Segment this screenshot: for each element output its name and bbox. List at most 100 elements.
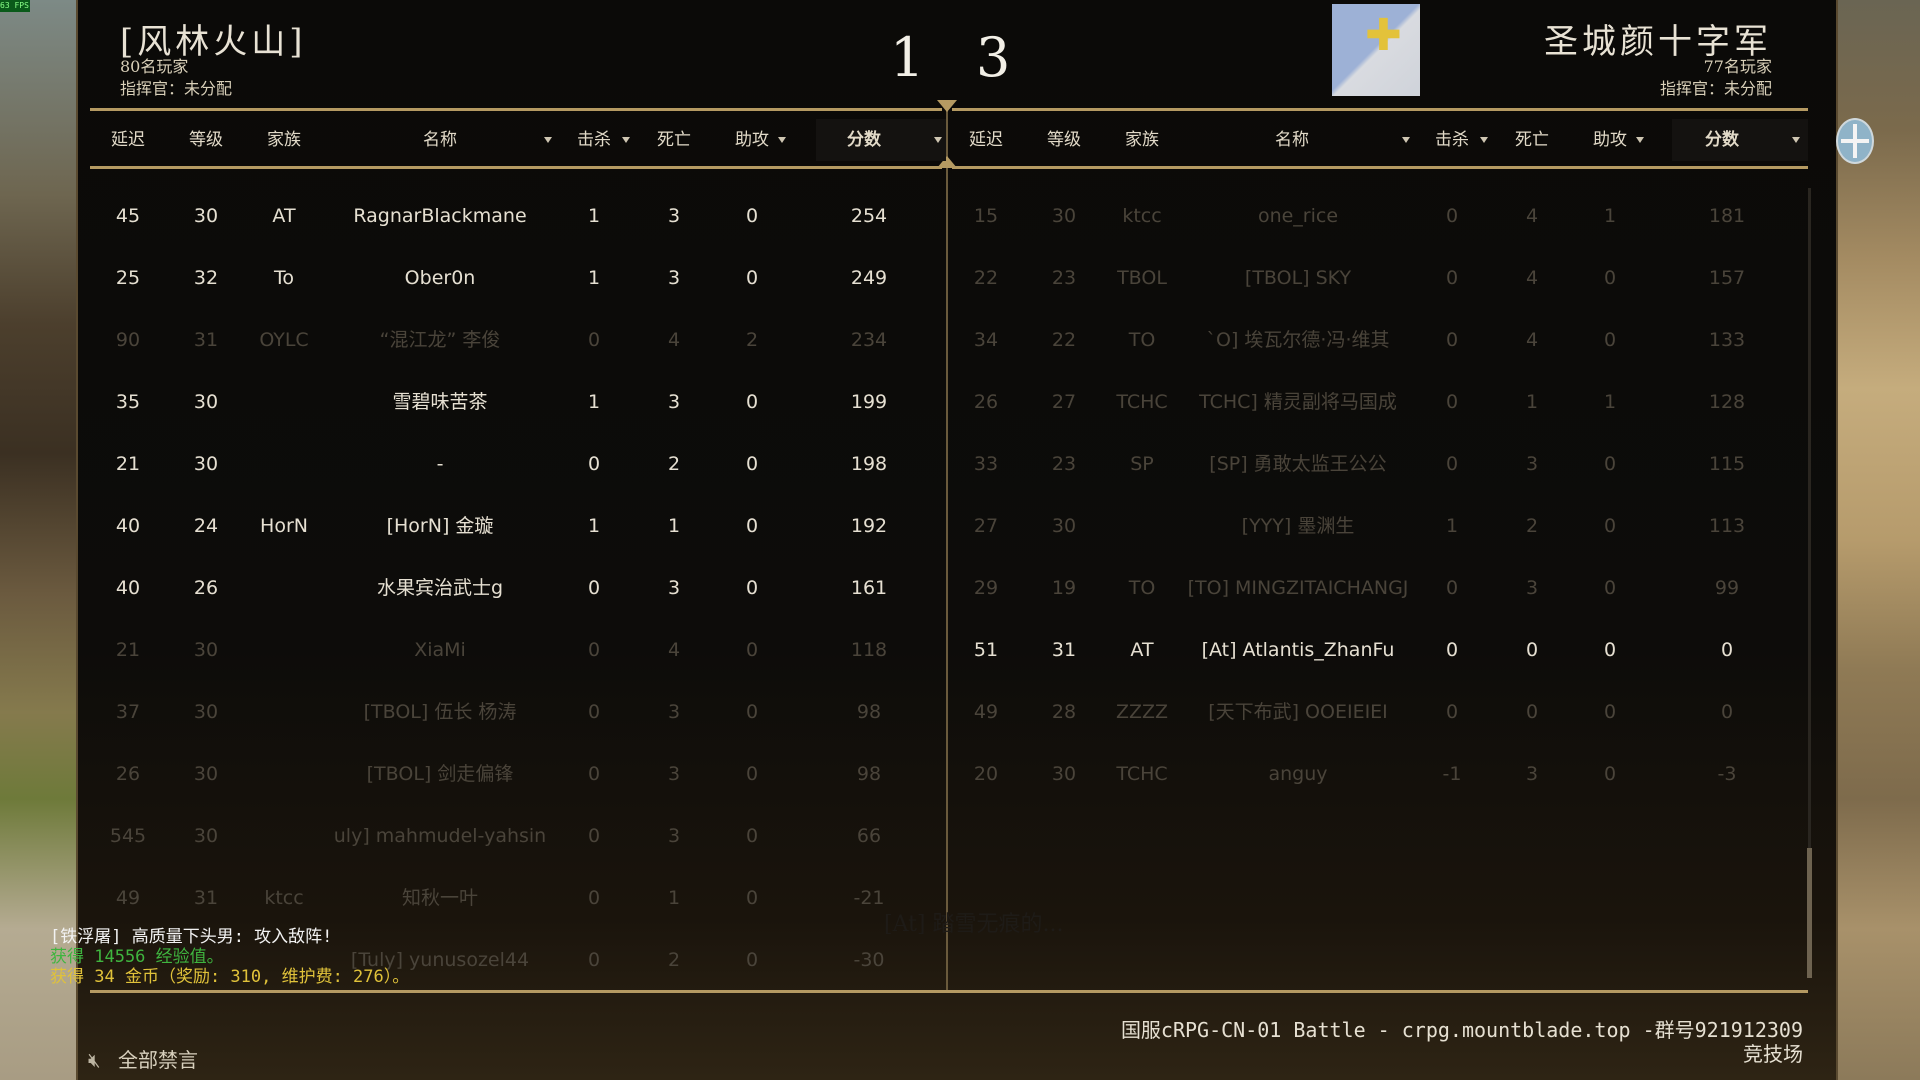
player-deaths: 0 [1525,639,1539,661]
left-col-score[interactable]: 分数 [836,124,892,156]
left-player-row[interactable]: 545 30 uly] mahmudel-yahsin 0 3 0 66 [0,816,1920,856]
player-assists: 0 [1603,515,1617,537]
player-score: 0 [1720,639,1734,661]
player-assists: 1 [1603,391,1617,413]
player-name: [TBOL] SKY [1244,267,1352,289]
player-deaths: 1 [1525,391,1539,413]
right-team-banner: ✚ [1332,4,1420,96]
sort-arrow-icon[interactable] [622,137,630,143]
player-score: 128 [1708,391,1746,413]
player-kills: 0 [1445,391,1459,413]
player-name: `O] 埃瓦尔德·冯·维其 [1206,329,1390,351]
player-name: uly] mahmudel-yahsin [333,825,547,847]
side-shield-icon[interactable] [1836,118,1874,164]
fps-counter: 63 FPS [0,0,30,12]
cross-banner-icon: ✚ [1365,10,1402,61]
right-player-row[interactable]: 20 30 TCHC anguy -1 3 0 -3 [0,754,1920,794]
right-col-level[interactable]: 等级 [1036,124,1092,156]
right-player-row[interactable]: 51 31 AT [At] Atlantis_ZhanFu 0 0 0 0 [0,630,1920,670]
right-player-row[interactable]: 29 19 TO [TO] MINGZITAICHANGJ 0 3 0 99 [0,568,1920,608]
player-ping: 51 [973,639,999,661]
right-player-row[interactable]: 15 30 ktcc one_rice 0 4 1 181 [0,196,1920,236]
right-player-row[interactable]: 27 30 [YYY] 墨渊生 1 2 0 113 [0,506,1920,546]
player-kills: 0 [1445,577,1459,599]
left-col-name[interactable]: 名称 [400,124,480,156]
right-col-clan[interactable]: 家族 [1114,124,1170,156]
sort-arrow-icon[interactable] [1636,137,1644,143]
left-team-info: 80名玩家 指挥官：未分配 [120,56,232,100]
player-score: 181 [1708,205,1746,227]
left-col-ping[interactable]: 延迟 [100,124,156,156]
player-kills: 0 [1445,701,1459,723]
sort-arrow-icon[interactable] [934,137,942,143]
right-col-kills[interactable]: 击杀 [1424,124,1480,156]
player-kills: 0 [1445,639,1459,661]
player-name: [At] Atlantis_ZhanFu [1201,639,1395,661]
game-mode: 竞技场 [1743,1042,1803,1066]
player-kills: 1 [1445,515,1459,537]
scrollbar-thumb[interactable] [1807,848,1812,978]
player-deaths: 3 [667,825,681,847]
player-kills: 0 [587,825,601,847]
mute-all-button[interactable]: 🔇︎ 全部禁言 [88,1046,198,1074]
sort-arrow-icon[interactable] [1480,137,1488,143]
left-team-player-count: 80名玩家 [120,57,189,76]
right-col-deaths[interactable]: 死亡 [1504,124,1560,156]
right-player-row[interactable]: 26 27 TCHC TCHC] 精灵副将马国成 0 1 1 128 [0,382,1920,422]
player-level: 23 [1051,267,1077,289]
left-col-kills[interactable]: 击杀 [566,124,622,156]
left-team-commander: 指挥官：未分配 [120,79,233,98]
player-clan: TO [1128,577,1156,599]
player-level: 30 [1051,515,1077,537]
sort-arrow-icon[interactable] [544,137,552,143]
header-divider-left [90,108,942,111]
player-assists: 0 [745,825,759,847]
sort-arrow-icon[interactable] [1402,137,1410,143]
player-clan: TCHC [1116,391,1168,413]
player-score: 99 [1714,577,1740,599]
footer-divider [90,990,1808,993]
sort-arrow-icon[interactable] [778,137,786,143]
center-chevron-top [937,100,957,112]
player-clan: ZZZZ [1115,701,1169,723]
player-assists: 0 [1603,329,1617,351]
player-ping: 49 [115,887,141,909]
left-col-assists[interactable]: 助攻 [724,124,780,156]
left-col-level[interactable]: 等级 [178,124,234,156]
player-name: TCHC] 精灵副将马国成 [1199,391,1397,413]
right-player-row[interactable]: 22 23 TBOL [TBOL] SKY 0 4 0 157 [0,258,1920,298]
right-team-player-count: 77名玩家 [1703,57,1772,76]
right-col-ping[interactable]: 延迟 [958,124,1014,156]
player-deaths: 4 [1525,267,1539,289]
left-col-deaths[interactable]: 死亡 [646,124,702,156]
sort-arrow-icon[interactable] [1792,137,1800,143]
player-level: 30 [193,825,219,847]
player-kills: 0 [1445,205,1459,227]
player-clan: ktcc [264,887,304,909]
player-level: 23 [1051,453,1077,475]
player-kills: 0 [1445,267,1459,289]
right-player-row[interactable]: 49 28 ZZZZ [天下布武] OOEIEIEI 0 0 0 0 [0,692,1920,732]
player-score: 113 [1708,515,1746,537]
player-kills: 0 [587,949,601,971]
player-name: anguy [1268,763,1328,785]
chat-message: 获得 34 金币（奖励: 310, 维护费: 276）。 [50,967,410,987]
player-clan: ktcc [1122,205,1162,227]
right-team-commander: 指挥官：未分配 [1659,79,1772,98]
right-player-row[interactable]: 33 23 SP [SP] 勇敢太监王公公 0 3 0 115 [0,444,1920,484]
player-score: 66 [856,825,882,847]
player-ping: 33 [973,453,999,475]
chat-message: [铁浮屠] 高质量下头男: 攻入敌阵! [50,927,333,947]
player-kills: 0 [1445,329,1459,351]
player-level: 31 [193,887,219,909]
right-col-assists[interactable]: 助攻 [1582,124,1638,156]
right-player-row[interactable]: 34 22 TO `O] 埃瓦尔德·冯·维其 0 4 0 133 [0,320,1920,360]
player-assists: 0 [745,949,759,971]
player-deaths: 4 [1525,205,1539,227]
right-col-score[interactable]: 分数 [1694,124,1750,156]
speaker-muted-icon: 🔇︎ [88,1048,101,1072]
player-deaths: 0 [1525,701,1539,723]
right-col-name[interactable]: 名称 [1252,124,1332,156]
left-col-clan[interactable]: 家族 [256,124,312,156]
column-divider-right [952,166,1808,169]
